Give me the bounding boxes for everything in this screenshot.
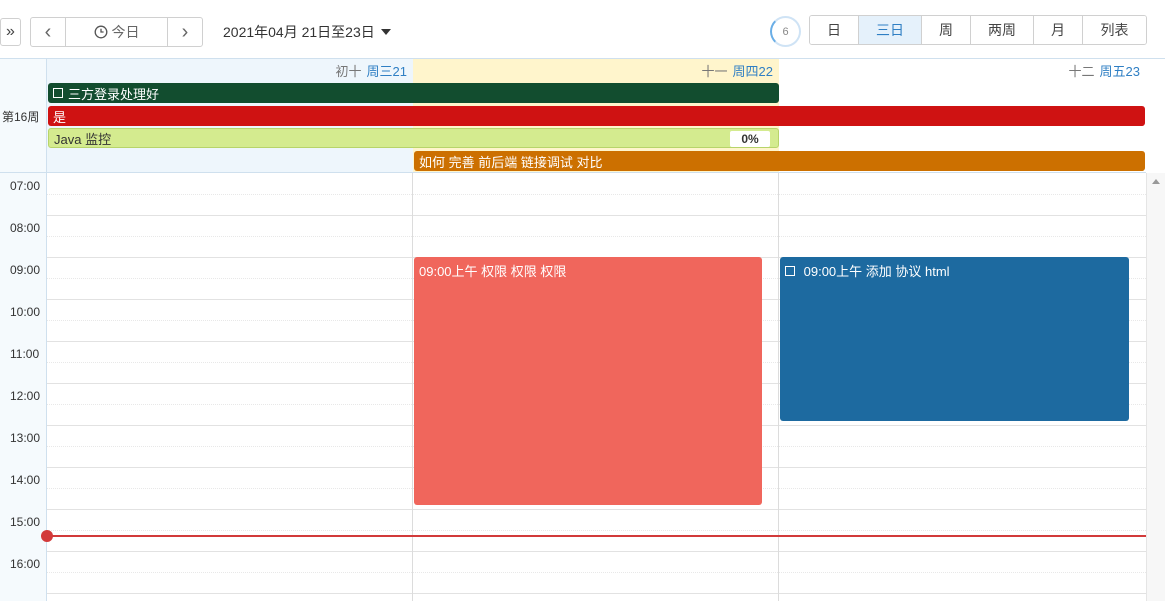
hour-label: 07:00 [10,179,41,193]
view-month-button[interactable]: 月 [1034,16,1083,44]
expand-sidebar-button[interactable]: » [0,18,21,46]
grid-line [47,530,1146,531]
view-label: 周 [939,22,953,38]
hour-label: 13:00 [10,431,41,445]
allday-event[interactable]: 三方登录处理好 [48,83,779,103]
event-title: 三方登录处理好 [68,86,160,102]
vertical-scrollbar[interactable] [1146,173,1165,601]
week-column: 第16周 [0,59,47,173]
allday-event[interactable]: 如何 完善 前后端 链接调试 对比 [414,151,1145,171]
event-title: Java 监控 [54,131,112,147]
view-label: 两周 [988,22,1016,38]
grid-line [47,236,1146,237]
lunar-date: 十一 [701,63,728,79]
view-label: 三日 [876,22,904,38]
progress-badge: 0% [730,131,770,147]
grid-line [47,551,1146,552]
view-week-button[interactable]: 周 [922,16,971,44]
day-of-week[interactable]: 周五23 [1100,61,1140,80]
hour-label: 14:00 [10,473,41,487]
view-label: 列表 [1100,22,1129,38]
hour-label: 09:00 [10,263,41,277]
hour-label: 11:00 [10,347,40,361]
checkbox-icon[interactable] [53,88,63,98]
hour-label: 12:00 [10,389,41,403]
today-button[interactable]: 今日 [66,18,167,46]
date-range-label: 2021年04月 21日至23日 [223,24,375,40]
day-header: 十二 周五23 [779,59,1146,81]
event-title: 是 [53,109,67,125]
date-range-dropdown[interactable]: 2021年04月 21日至23日 [223,22,391,42]
event-count: 6 [782,25,789,38]
today-label: 今日 [111,24,140,40]
calendar-toolbar: » ‹ 今日 › 2021年04月 21日至23日 6 日 三日 周 两周 月 … [0,0,1165,58]
week-number: 第16周 [2,110,40,124]
view-day-button[interactable]: 日 [810,16,859,44]
caret-down-icon [380,29,391,35]
current-time-line [47,535,1165,537]
event-title: 09:00上午 权限 权限 权限 [419,264,567,279]
event-count-indicator: 6 [770,16,801,47]
current-time-dot [41,530,53,542]
next-button[interactable]: › [167,18,202,46]
time-grid[interactable]: 07:00 08:00 09:00 10:00 11:00 12:00 13:0… [0,173,1165,601]
grid-line [47,509,1146,510]
day-header: 十一 周四22 [413,59,779,81]
view-switcher: 日 三日 周 两周 月 列表 [809,15,1147,45]
scroll-up-arrow-icon[interactable] [1152,179,1160,184]
event-title: 如何 完善 前后端 链接调试 对比 [419,154,603,170]
view-label: 月 [1051,22,1065,38]
hour-label: 15:00 [10,515,41,529]
time-axis: 07:00 08:00 09:00 10:00 11:00 12:00 13:0… [0,173,47,601]
clock-icon [94,25,107,39]
allday-event[interactable]: Java 监控 0% [48,128,779,148]
day-of-week[interactable]: 周四22 [733,61,773,80]
hour-label: 10:00 [10,305,41,319]
day-header: 初十 周三21 [47,59,413,81]
view-two-week-button[interactable]: 两周 [971,16,1034,44]
view-three-day-button[interactable]: 三日 [859,16,922,44]
grid-line [47,593,1146,594]
allday-event[interactable]: 是 [48,106,1145,126]
double-chevron-right-icon: » [6,23,15,40]
grid-line [47,215,1146,216]
lunar-date: 初十 [335,63,362,79]
hour-label: 16:00 [10,557,41,571]
timed-event[interactable]: 09:00上午 权限 权限 权限 [414,257,762,505]
checkbox-icon[interactable] [785,266,795,276]
date-navigation: ‹ 今日 › [30,17,203,47]
grid-line [47,572,1146,573]
timed-event[interactable]: 09:00上午 添加 协议 html [780,257,1129,421]
calendar: 第16周 初十 周三21 十一 周四22 十二 周五23 三方登录处理好 是 J… [0,58,1165,601]
day-of-week[interactable]: 周三21 [367,61,407,80]
lunar-date: 十二 [1068,63,1095,79]
previous-button[interactable]: ‹ [31,18,66,46]
view-list-button[interactable]: 列表 [1083,16,1146,44]
chevron-right-icon: › [181,20,189,43]
event-title: 09:00上午 添加 协议 html [803,264,950,279]
chevron-left-icon: ‹ [44,20,52,43]
grid-line [47,194,1146,195]
view-label: 日 [827,22,841,38]
hour-label: 08:00 [10,221,41,235]
